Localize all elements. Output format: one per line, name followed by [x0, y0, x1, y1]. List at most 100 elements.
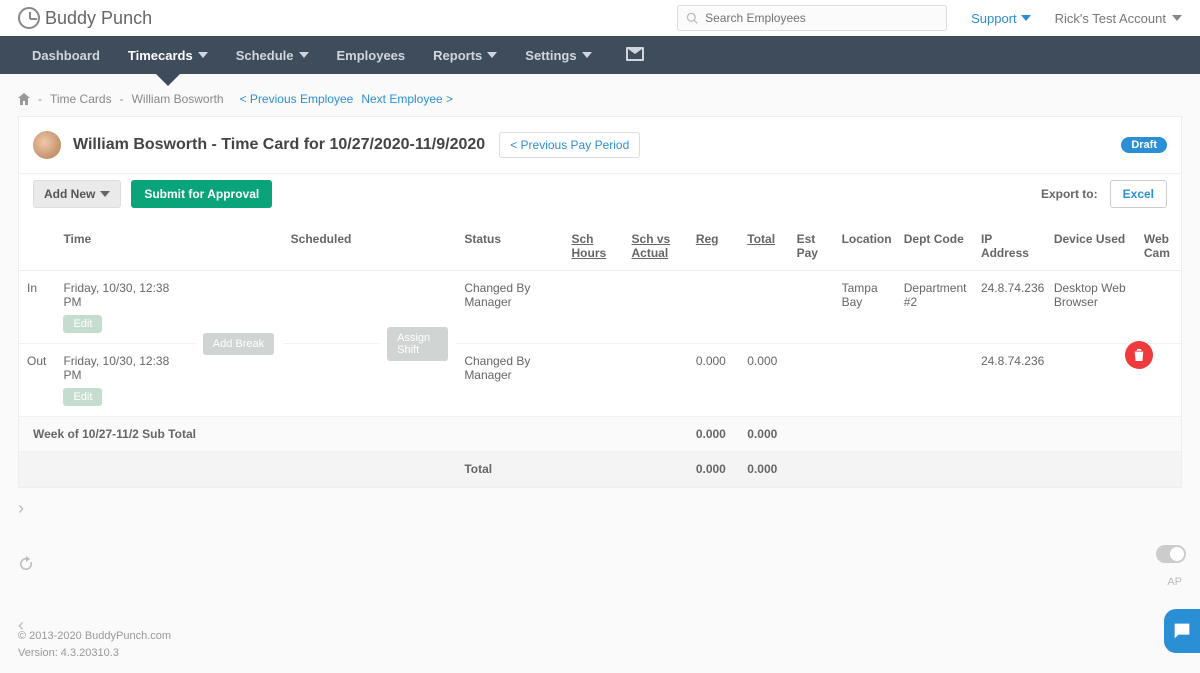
col-header-dept-code[interactable]: Dept Code: [896, 222, 973, 271]
col-header-est-pay[interactable]: Est Pay: [789, 222, 834, 271]
chevron-down-icon: [100, 191, 110, 197]
cell-dept: Department #2: [896, 271, 973, 344]
chat-icon: [1171, 620, 1193, 642]
table-wrap: Time Scheduled Status Sch Hours Sch vs A…: [19, 222, 1181, 487]
submit-for-approval-button[interactable]: Submit for Approval: [131, 180, 272, 208]
time-text: Friday, 10/30, 12:38 PM: [63, 354, 169, 382]
delete-button[interactable]: [1125, 341, 1153, 369]
nav-dashboard[interactable]: Dashboard: [18, 36, 114, 74]
total-label: Total: [456, 452, 563, 487]
col-header-scheduled[interactable]: Scheduled: [283, 222, 379, 271]
page-title: William Bosworth - Time Card for 10/27/2…: [73, 136, 485, 154]
timecard-card: William Bosworth - Time Card for 10/27/2…: [18, 116, 1182, 488]
subtotal-label: Week of 10/27-11/2 Sub Total: [19, 417, 456, 452]
edit-button[interactable]: Edit: [63, 388, 102, 406]
search-box[interactable]: [677, 5, 947, 31]
col-header-sch-hours[interactable]: Sch Hours: [564, 222, 624, 271]
cell-total: 0.000: [739, 344, 788, 417]
cell-assign-shift: Assign Shift: [379, 271, 456, 417]
search-input[interactable]: [705, 11, 935, 25]
logo-text-punch: Punch: [101, 8, 152, 29]
export-zone: Export to: Excel: [1041, 180, 1167, 208]
cell-ip: 24.8.74.236: [973, 271, 1046, 344]
top-right: Support Rick's Test Account: [677, 5, 1182, 31]
export-label: Export to:: [1041, 187, 1098, 201]
col-header-reg[interactable]: Reg: [688, 222, 739, 271]
col-header-blank: [379, 222, 456, 271]
nav-settings[interactable]: Settings: [511, 36, 605, 74]
logo[interactable]: Buddy Punch: [18, 7, 152, 29]
col-header-web-cam[interactable]: Web Cam: [1136, 222, 1181, 271]
breadcrumb-sep: -: [38, 92, 42, 106]
envelope-icon: [626, 47, 644, 61]
col-header-status[interactable]: Status: [456, 222, 563, 271]
nav-reports[interactable]: Reports: [419, 36, 511, 74]
cell-add-break: Add Break: [195, 271, 283, 417]
col-header-device[interactable]: Device Used: [1046, 222, 1136, 271]
edit-button[interactable]: Edit: [63, 315, 102, 333]
breadcrumb-sep: -: [120, 92, 124, 106]
cell-dept: [896, 344, 973, 417]
support-label: Support: [971, 11, 1017, 26]
prev-pay-period-button[interactable]: < Previous Pay Period: [499, 132, 640, 158]
top-header: Buddy Punch Support Rick's Test Account: [0, 0, 1200, 36]
breadcrumb: - Time Cards - William Bosworth < Previo…: [0, 74, 1200, 116]
add-break-button[interactable]: Add Break: [203, 333, 274, 355]
export-excel-button[interactable]: Excel: [1110, 180, 1167, 208]
nav-mail[interactable]: [626, 47, 644, 64]
prev-employee-link[interactable]: < Previous Employee: [240, 92, 354, 106]
col-header-total[interactable]: Total: [739, 222, 788, 271]
subtotal-total: 0.000: [739, 417, 788, 452]
nav-timecards[interactable]: Timecards: [114, 36, 222, 74]
nav-label: Timecards: [128, 48, 193, 63]
chevron-down-icon: [1021, 15, 1031, 21]
timecard-table: Time Scheduled Status Sch Hours Sch vs A…: [19, 222, 1181, 487]
nav-label: Schedule: [236, 48, 294, 63]
cell-location: Tampa Bay: [834, 271, 896, 344]
cell-location: [834, 344, 896, 417]
logo-text-buddy: Buddy: [45, 8, 96, 29]
assign-shift-button[interactable]: Assign Shift: [387, 327, 448, 361]
cell-reg: 0.000: [688, 344, 739, 417]
chevron-down-icon: [299, 52, 309, 58]
expand-icon[interactable]: ›: [18, 498, 24, 519]
card-header: William Bosworth - Time Card for 10/27/2…: [19, 117, 1181, 174]
nav-label: Settings: [525, 48, 576, 63]
support-link[interactable]: Support: [971, 11, 1031, 26]
total-total: 0.000: [739, 452, 788, 487]
nav-schedule[interactable]: Schedule: [222, 36, 323, 74]
cell-device: Desktop Web Browser: [1046, 271, 1136, 344]
chevron-down-icon: [582, 52, 592, 58]
chevron-down-icon: [487, 52, 497, 58]
table-header-row: Time Scheduled Status Sch Hours Sch vs A…: [19, 222, 1181, 271]
cell-time: Friday, 10/30, 12:38 PM Edit: [55, 271, 194, 344]
status-badge: Draft: [1121, 137, 1167, 153]
next-employee-link[interactable]: Next Employee >: [361, 92, 453, 106]
footer-copyright: © 2013-2020 BuddyPunch.com: [18, 628, 171, 645]
nav-employees[interactable]: Employees: [323, 36, 420, 74]
table-row: Out Friday, 10/30, 12:38 PM Edit Changed…: [19, 344, 1181, 417]
clock-icon: [18, 7, 40, 29]
cell-scheduled: [283, 271, 379, 344]
footer-version: Version: 4.3.20310.3: [18, 645, 171, 662]
col-header-location[interactable]: Location: [834, 222, 896, 271]
add-new-button[interactable]: Add New: [33, 180, 121, 208]
col-header-sch-vs-actual[interactable]: Sch vs Actual: [624, 222, 688, 271]
account-link[interactable]: Rick's Test Account: [1055, 11, 1182, 26]
home-icon[interactable]: [18, 93, 30, 105]
cell-io: In: [19, 271, 55, 344]
refresh-icon[interactable]: [18, 556, 34, 575]
cell-time: Friday, 10/30, 12:38 PM Edit: [55, 344, 194, 417]
cell-cam: [1136, 271, 1181, 344]
col-header-ip[interactable]: IP Address: [973, 222, 1046, 271]
total-row: Total 0.000 0.000: [19, 452, 1181, 487]
footer: © 2013-2020 BuddyPunch.com Version: 4.3.…: [18, 628, 171, 661]
chat-button[interactable]: [1164, 609, 1200, 653]
col-header-time[interactable]: Time: [55, 222, 194, 271]
toggle-switch[interactable]: [1156, 545, 1186, 563]
cell-ip: 24.8.74.236: [973, 344, 1046, 417]
cell-total: [739, 271, 788, 344]
cell-status: Changed By Manager: [456, 271, 563, 344]
cell-est-pay: [789, 271, 834, 344]
breadcrumb-employee: William Bosworth: [132, 92, 224, 106]
